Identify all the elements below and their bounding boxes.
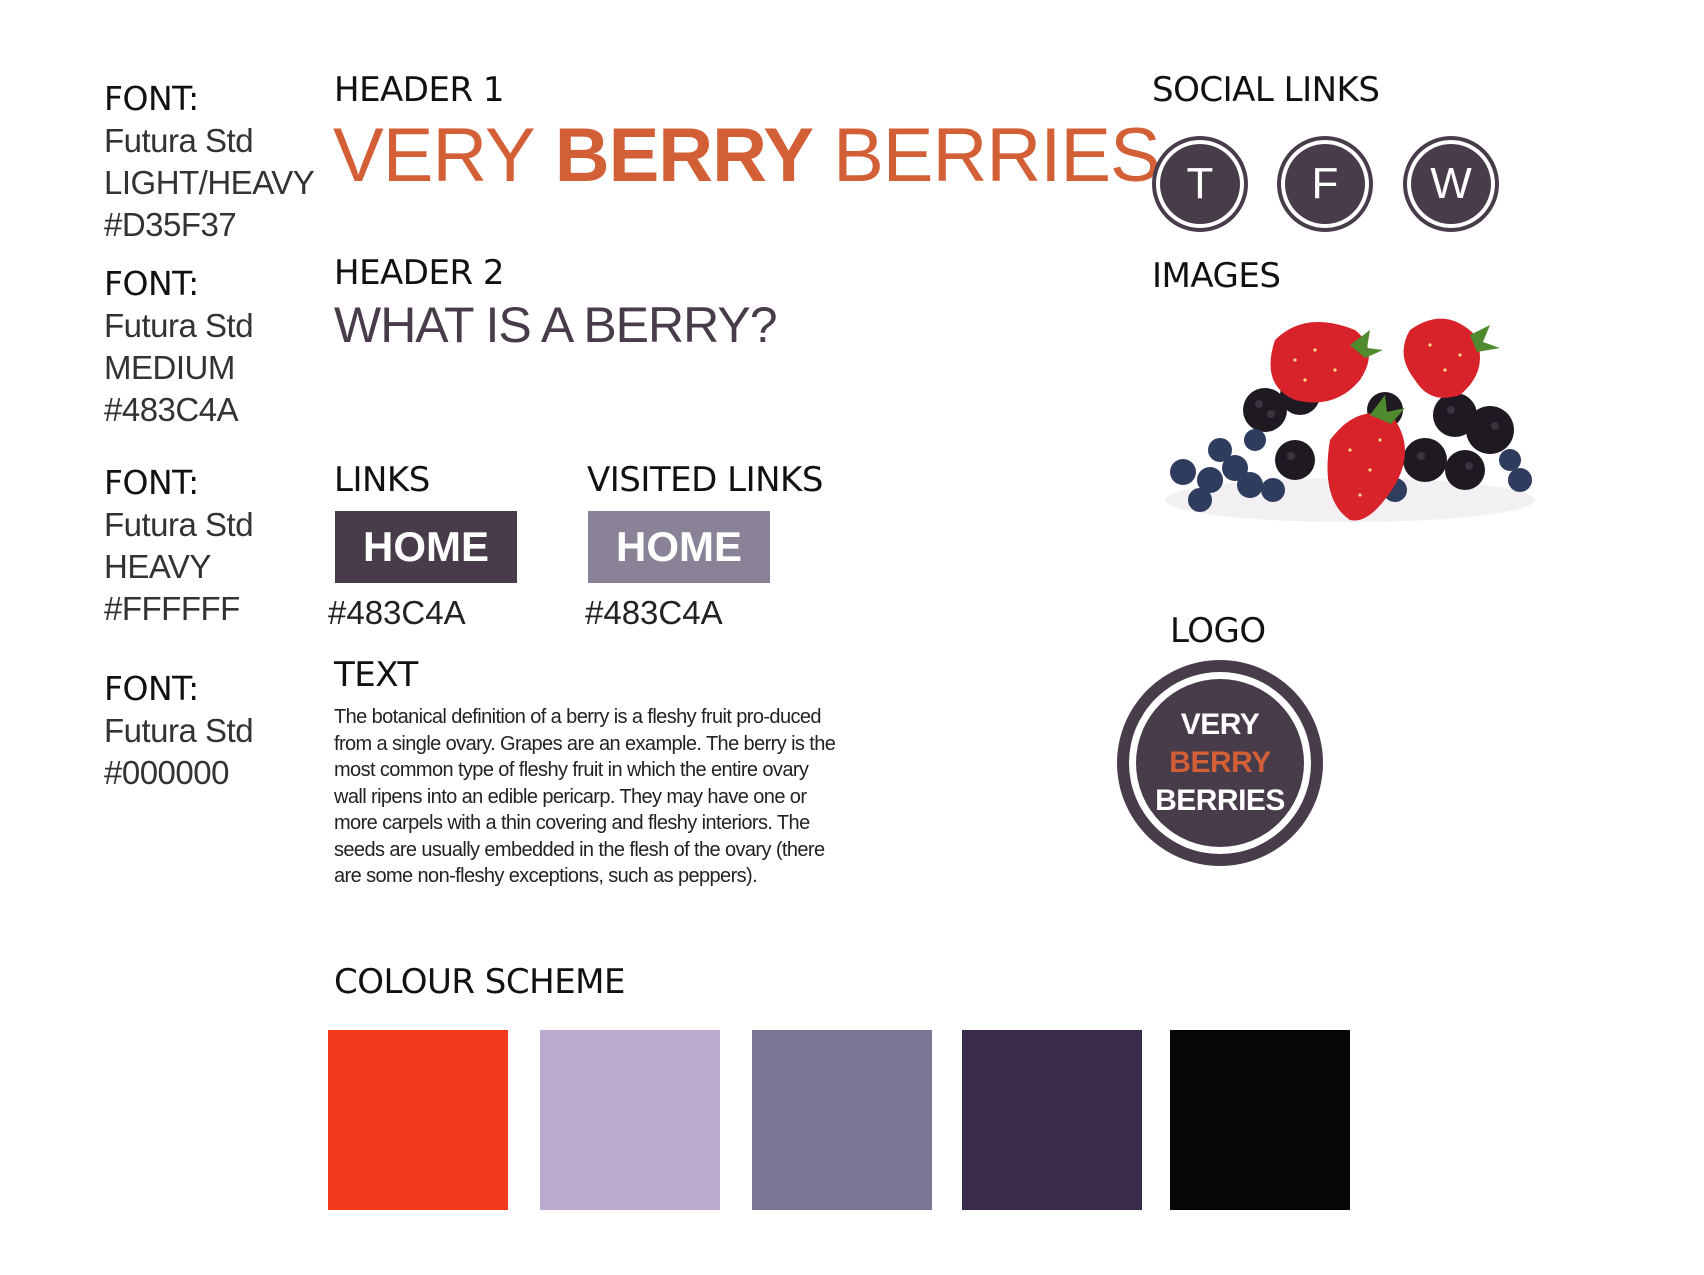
images-label: IMAGES — [1152, 256, 1281, 296]
home-visited-link-button[interactable]: HOME — [588, 511, 770, 583]
text-label: TEXT — [334, 655, 418, 695]
logo-label: LOGO — [1170, 611, 1266, 651]
font-spec-4: FONT: Futura Std #000000 — [104, 668, 254, 794]
font-spec-line: #000000 — [104, 754, 229, 791]
social-link-f[interactable]: F — [1277, 136, 1373, 232]
font-spec-title: FONT: — [104, 669, 199, 708]
logo-inner: VERY BERRY BERRIES — [1136, 679, 1304, 847]
colour-scheme-label: COLOUR SCHEME — [334, 962, 626, 1002]
social-links-label: SOCIAL LINKS — [1152, 70, 1380, 110]
home-link-button[interactable]: HOME — [335, 511, 517, 583]
font-spec-line: Futura Std — [104, 307, 254, 344]
swatch-black — [1170, 1030, 1350, 1210]
font-spec-line: HEAVY — [104, 548, 211, 585]
font-spec-line: Futura Std — [104, 122, 254, 159]
social-link-w[interactable]: W — [1403, 136, 1499, 232]
font-spec-line: Futura Std — [104, 712, 254, 749]
twitter-icon: T — [1160, 144, 1240, 224]
logo-badge: VERY BERRY BERRIES — [1117, 660, 1323, 866]
header1-label: HEADER 1 — [334, 70, 505, 110]
swatch-grey-purple — [752, 1030, 932, 1210]
font-spec-3: FONT: Futura Std HEAVY #FFFFFF — [104, 462, 254, 630]
font-spec-title: FONT: — [104, 79, 199, 118]
header1-word-very: VERY — [333, 113, 536, 198]
header1-word-berry: BERRY — [554, 113, 814, 198]
font-spec-line: #D35F37 — [104, 206, 237, 243]
visited-links-label: VISITED LINKS — [587, 460, 823, 500]
links-hex: #483C4A — [328, 594, 466, 631]
font-spec-line: Futura Std — [104, 506, 254, 543]
header2-label: HEADER 2 — [334, 253, 505, 293]
font-spec-line: #FFFFFF — [104, 590, 240, 627]
font-spec-title: FONT: — [104, 264, 199, 303]
font-spec-2: FONT: Futura Std MEDIUM #483C4A — [104, 263, 254, 431]
logo-word-berry: BERRY — [1169, 746, 1271, 779]
social-link-t[interactable]: T — [1152, 136, 1248, 232]
swatch-dark-purple — [962, 1030, 1142, 1210]
facebook-icon: F — [1285, 144, 1365, 224]
logo-ring: VERY BERRY BERRIES — [1129, 672, 1311, 854]
header2-sample: WHAT IS A BERRY? — [334, 297, 777, 353]
font-spec-line: #483C4A — [104, 391, 239, 428]
logo-word-berries: BERRIES — [1155, 784, 1285, 817]
web-icon: W — [1411, 144, 1491, 224]
header1-word-berries: BERRIES — [833, 113, 1161, 198]
header1-sample: VERY BERRY BERRIES — [333, 112, 1161, 199]
font-spec-line: LIGHT/HEAVY — [104, 164, 315, 201]
font-spec-title: FONT: — [104, 463, 199, 502]
logo-word-very: VERY — [1180, 708, 1260, 741]
links-label: LINKS — [334, 460, 430, 500]
font-spec-1: FONT: Futura Std LIGHT/HEAVY #D35F37 — [104, 78, 315, 246]
font-spec-line: MEDIUM — [104, 349, 235, 386]
swatch-lavender — [540, 1030, 720, 1210]
swatch-red — [328, 1030, 508, 1210]
body-text-sample: The botanical definition of a berry is a… — [334, 706, 836, 887]
berries-image — [1165, 318, 1535, 522]
visited-links-hex: #483C4A — [585, 594, 723, 631]
